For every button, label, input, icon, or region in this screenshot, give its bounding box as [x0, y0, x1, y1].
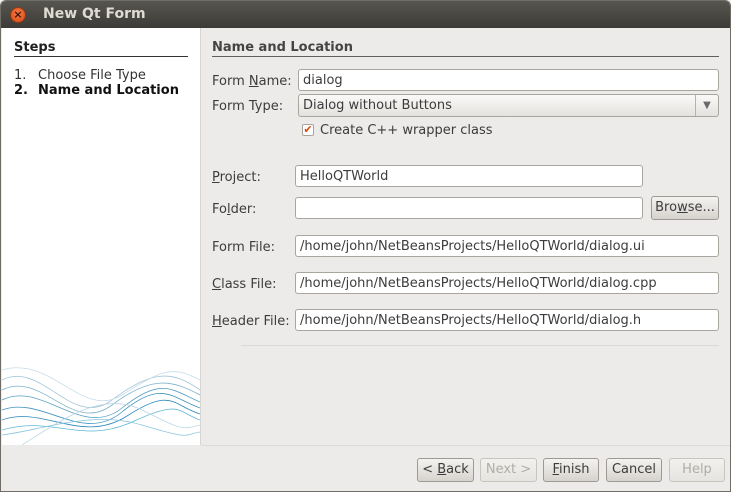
section-title: Name and Location	[212, 40, 719, 57]
class-file-field[interactable]	[295, 272, 719, 294]
step-number: 2.	[14, 83, 28, 98]
class-file-label: Class File:	[212, 277, 277, 292]
window-title: New Qt Form	[43, 6, 146, 22]
title-bar: × New Qt Form	[1, 1, 730, 28]
form-file-field[interactable]	[295, 235, 719, 257]
back-button[interactable]: < Back	[417, 458, 474, 482]
cancel-button[interactable]: Cancel	[606, 458, 662, 482]
wrapper-class-label: Create C++ wrapper class	[320, 123, 493, 138]
form-type-dropdown[interactable]: Dialog without Buttons ▼	[298, 94, 719, 117]
close-icon[interactable]: ×	[10, 7, 26, 23]
finish-button[interactable]: Finish	[543, 458, 599, 482]
step-label: Choose File Type	[38, 68, 146, 83]
decorative-waves-image	[2, 367, 200, 445]
divider	[241, 345, 719, 346]
steps-sidebar: Steps 1. Choose File Type 2. Name and Loca…	[2, 28, 201, 445]
header-file-label: Header File:	[212, 314, 290, 329]
step-label: Name and Location	[38, 83, 179, 98]
chevron-down-icon[interactable]: ▼	[695, 95, 718, 116]
browse-button[interactable]: Browse...	[651, 196, 719, 220]
project-label: Project:	[212, 170, 261, 185]
form-file-label: Form File:	[212, 240, 276, 255]
main-panel: Name and Location Form Name: Form Type: …	[201, 28, 730, 445]
form-name-label: Form Name:	[212, 74, 292, 89]
form-type-label: Form Type:	[212, 99, 284, 114]
folder-input[interactable]	[295, 197, 643, 219]
form-name-input[interactable]	[298, 69, 719, 91]
header-file-field[interactable]	[295, 309, 719, 331]
form-type-value: Dialog without Buttons	[303, 98, 452, 113]
folder-label: Folder:	[212, 202, 257, 217]
project-field[interactable]	[295, 165, 643, 187]
help-button[interactable]: Help	[669, 458, 725, 482]
steps-heading: Steps	[14, 40, 188, 57]
new-qt-form-dialog: × New Qt Form Steps 1. Choose File Type 2…	[0, 0, 731, 492]
step-name-and-location: 2. Name and Location	[14, 83, 179, 98]
step-choose-file-type: 1. Choose File Type	[14, 68, 146, 83]
footer-divider	[201, 445, 730, 446]
step-number: 1.	[14, 68, 27, 83]
next-button[interactable]: Next >	[480, 458, 537, 482]
wrapper-class-checkbox[interactable]: ✔	[302, 124, 314, 136]
